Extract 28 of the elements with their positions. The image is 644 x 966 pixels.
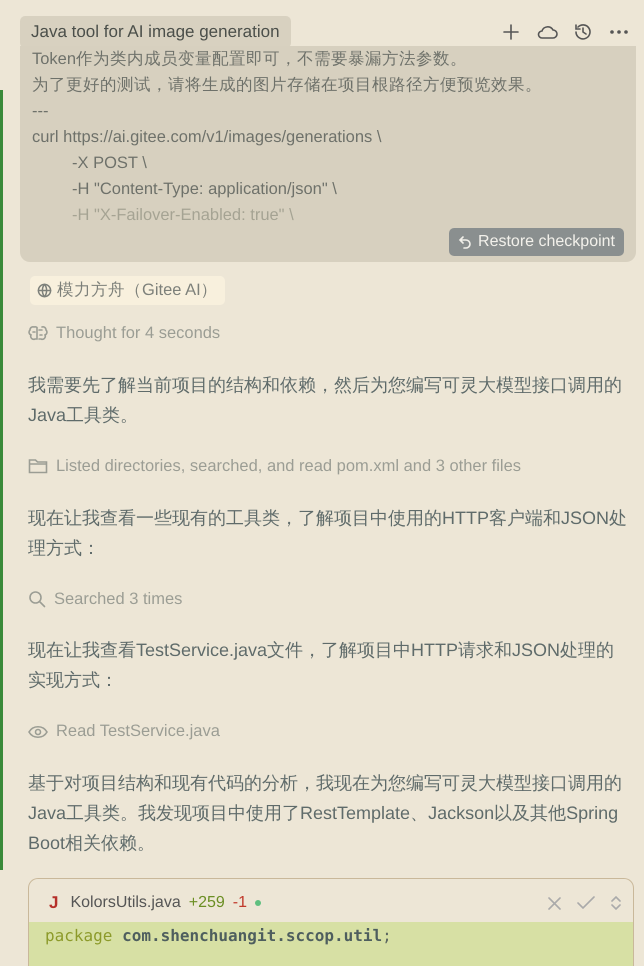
prompt-line: -X POST \	[71, 153, 148, 174]
prompt-line: ---	[32, 101, 50, 122]
step-label[interactable]: Searched 3 times	[54, 586, 182, 612]
added-count: +259	[188, 892, 225, 912]
step-label[interactable]: Thought for 4 seconds	[56, 321, 220, 346]
eye-icon	[28, 724, 48, 739]
prompt-line: curl https://ai.gitee.com/v1/images/generations \	[32, 127, 382, 148]
prompt-line: Token作为类内成员变量配置即可，不需要暴漏方法参数。	[32, 49, 468, 70]
undo-icon	[458, 235, 472, 250]
globe-icon	[37, 283, 52, 298]
chat-message: 基于对项目结构和现有代码的分析，我现在为您编写可灵大模型接口调用的Java工具类。我发现项目中使用了RestTemplate、Jackson以及其他Spring Boot相关依赖。	[28, 772, 623, 855]
chat-message: 现在让我查看TestService.java文件，了解项目中HTTP请求和JSON处理的实现方式：	[28, 639, 616, 692]
step-label[interactable]: Read TestService.java	[56, 719, 220, 744]
chat-message: 我需要先了解当前项目的结构和依赖，然后为您编写可灵大模型接口调用的Java工具类。	[28, 374, 623, 427]
search-icon	[28, 590, 46, 608]
prompt-line: 为了更好的测试，请将生成的图片存储在项目根路径方便预览效果。	[32, 75, 543, 96]
prompt-line: -H "Content-Type: application/json" \	[71, 179, 338, 200]
step-label[interactable]: Listed directories, searched, and read pom.xml and 3 other files	[56, 454, 521, 478]
folder-icon	[28, 458, 48, 474]
brain-icon	[28, 324, 48, 342]
context-chip[interactable]: 模力方舟（Gitee AI）	[30, 276, 225, 305]
java-file-icon: J	[49, 890, 58, 916]
file-name[interactable]: KolorsUtils.java	[70, 890, 181, 914]
chat-message: 现在让我查看一些现有的工具类，了解项目中使用的HTTP客户端和JSON处理方式：	[28, 506, 628, 560]
restore-checkpoint-button[interactable]: Restore checkpoint	[449, 228, 624, 256]
removed-count: -1	[232, 892, 248, 912]
chat-title[interactable]: Java tool for AI image generation	[20, 16, 291, 48]
code-line: package com.shenchuangit.sccop.util;	[45, 926, 392, 945]
